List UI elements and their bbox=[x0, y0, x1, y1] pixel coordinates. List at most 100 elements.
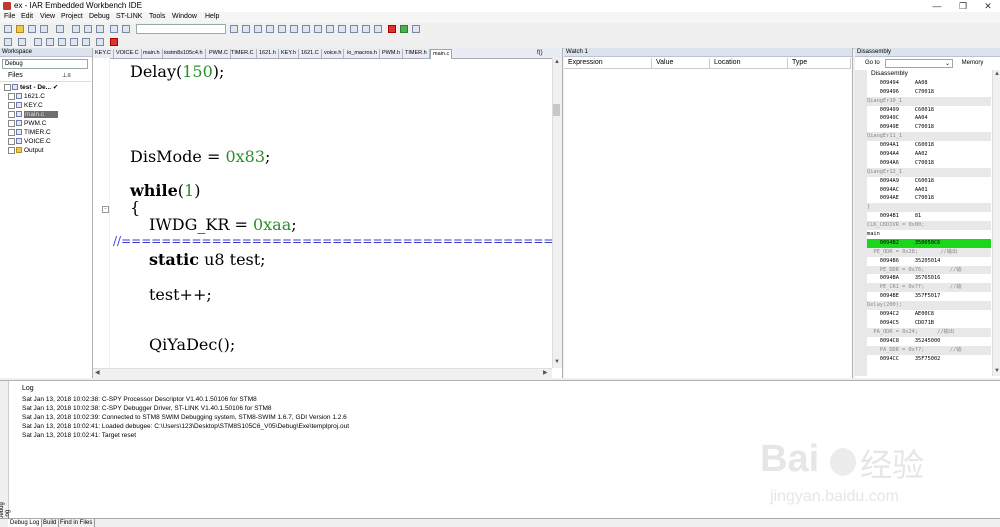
source-line[interactable]: QiangEr10_1 bbox=[867, 96, 991, 106]
disassembly-line[interactable]: 0094AC AA01 bbox=[867, 186, 991, 195]
tab-pwm-c[interactable]: PWM.C bbox=[207, 49, 231, 58]
minimize-button[interactable]: — bbox=[927, 0, 947, 12]
next-bookmark-icon[interactable] bbox=[302, 25, 310, 33]
current-instruction-line[interactable]: 0094B2 350050C6 bbox=[867, 238, 991, 248]
code-line-increment[interactable]: test++; bbox=[149, 285, 212, 304]
find-combo[interactable] bbox=[136, 24, 226, 34]
disassembly-line[interactable]: 0094C8 35245000 bbox=[867, 337, 991, 346]
expand-icon[interactable] bbox=[8, 110, 15, 118]
break-icon[interactable] bbox=[18, 38, 26, 46]
debug-without-download-icon[interactable] bbox=[412, 25, 420, 33]
tab-timer-c[interactable]: TIMER.C bbox=[229, 49, 257, 58]
stop-debugging-icon[interactable] bbox=[110, 38, 118, 46]
fold-marker-icon[interactable]: − bbox=[102, 206, 109, 213]
bookmark-icon[interactable] bbox=[290, 25, 298, 33]
source-line[interactable]: QiangEr12_1 bbox=[867, 167, 991, 177]
source-line[interactable]: Delay(200); bbox=[867, 301, 991, 311]
editor-gutter[interactable]: − bbox=[93, 58, 110, 368]
disassembly-line[interactable]: 009499 C60018 bbox=[867, 106, 991, 115]
disassembly-line[interactable]: 0094BA 35765016 bbox=[867, 274, 991, 283]
goto-icon[interactable] bbox=[278, 25, 286, 33]
save-all-icon[interactable] bbox=[40, 25, 48, 33]
menu-window[interactable]: Window bbox=[172, 13, 197, 20]
expand-icon[interactable] bbox=[8, 101, 15, 109]
source-line[interactable]: PE_CR1 = 0x7f; //输 bbox=[867, 283, 991, 293]
column-expression[interactable]: Expression bbox=[564, 58, 652, 68]
replace-icon[interactable] bbox=[266, 25, 274, 33]
menu-tools[interactable]: Tools bbox=[149, 13, 165, 20]
disassembly-line[interactable]: 0094B1 81 bbox=[867, 212, 991, 221]
menu-debug[interactable]: Debug bbox=[89, 13, 110, 20]
disassembly-line[interactable]: 009496 C70018 bbox=[867, 88, 991, 97]
source-line[interactable]: PA_DDR = 0xf7; //输 bbox=[867, 345, 991, 355]
source-line[interactable]: QiangEr11_1 bbox=[867, 132, 991, 142]
copy-icon[interactable] bbox=[84, 25, 92, 33]
scroll-down-icon[interactable]: ▼ bbox=[994, 367, 1000, 376]
menu-project[interactable]: Project bbox=[61, 13, 83, 20]
disassembly-line[interactable]: main bbox=[867, 230, 991, 239]
memory-select[interactable]: Memory bbox=[955, 58, 990, 68]
code-line-delay[interactable]: Delay(150); bbox=[130, 62, 224, 81]
find-icon[interactable] bbox=[230, 25, 238, 33]
save-icon[interactable] bbox=[28, 25, 36, 33]
collapse-icon[interactable] bbox=[4, 83, 11, 91]
disassembly-line[interactable]: 0094A4 AA02 bbox=[867, 150, 991, 159]
go-icon[interactable] bbox=[96, 38, 104, 46]
code-line-dismode[interactable]: DisMode = 0x83; bbox=[130, 147, 270, 166]
scroll-right-icon[interactable]: ▶ bbox=[543, 369, 548, 378]
disassembly-line[interactable]: 00949E C70018 bbox=[867, 123, 991, 132]
download-debug-icon[interactable] bbox=[400, 25, 408, 33]
step-over-icon[interactable] bbox=[34, 38, 42, 46]
disassembly-line[interactable]: 0094CC 35F75002 bbox=[867, 355, 991, 364]
disassembly-line[interactable]: 0094A6 C70018 bbox=[867, 159, 991, 168]
goto-combo[interactable]: ⌄ bbox=[885, 59, 953, 68]
tree-item-output[interactable]: Output bbox=[4, 146, 90, 155]
disassembly-listing[interactable]: Disassembly 009494 AA08 009496 C70018 Qia… bbox=[867, 70, 991, 376]
code-line-brace[interactable]: { bbox=[130, 198, 140, 217]
find-next-icon[interactable] bbox=[242, 25, 250, 33]
disassembly-line[interactable]: 0094A1 C60018 bbox=[867, 141, 991, 150]
disassembly-line[interactable]: 0094BE 357F5017 bbox=[867, 292, 991, 301]
expand-icon[interactable] bbox=[8, 146, 15, 154]
maximize-button[interactable]: ❐ bbox=[953, 0, 973, 12]
disassembly-line[interactable]: 0094AE C70018 bbox=[867, 194, 991, 203]
code-line-qiyadec[interactable]: QiYaDec(); bbox=[149, 335, 235, 354]
open-folder-icon[interactable] bbox=[16, 25, 24, 33]
find-prev-icon[interactable] bbox=[254, 25, 262, 33]
disassembly-line[interactable]: 00949C AA04 bbox=[867, 114, 991, 123]
new-file-icon[interactable] bbox=[4, 25, 12, 33]
tree-item-pwmc[interactable]: PWM.C bbox=[4, 119, 90, 128]
tree-item-mainc[interactable]: main.c bbox=[4, 110, 90, 119]
expand-icon[interactable] bbox=[8, 128, 15, 136]
editor-horizontal-scrollbar[interactable]: ◀ ▶ bbox=[93, 368, 552, 378]
code-line-comment[interactable]: //======================================… bbox=[113, 234, 553, 248]
code-line-iwdg[interactable]: IWDG_KR = 0xaa; bbox=[149, 215, 297, 234]
tab-io-macros-h[interactable]: io_macros.h bbox=[345, 49, 380, 58]
step-out-icon[interactable] bbox=[58, 38, 66, 46]
tab-main-c[interactable]: main.c bbox=[430, 49, 453, 59]
tree-item-1621c[interactable]: 1621.C bbox=[4, 92, 90, 101]
disassembly-scrollbar[interactable]: ▲ ▼ bbox=[992, 70, 1000, 376]
scroll-up-icon[interactable]: ▲ bbox=[994, 70, 1000, 79]
source-line[interactable]: PE_ODR = 0x28; //输出 bbox=[867, 247, 991, 257]
make-icon[interactable] bbox=[362, 25, 370, 33]
tab-pwm-h[interactable]: PWM.h bbox=[380, 49, 404, 58]
configuration-select[interactable]: Debug bbox=[2, 59, 88, 69]
redo-icon[interactable] bbox=[122, 25, 130, 33]
expand-icon[interactable] bbox=[8, 92, 15, 100]
source-line[interactable]: } bbox=[867, 203, 991, 213]
editor-scroll-thumb[interactable] bbox=[553, 104, 560, 116]
tree-item-timerc[interactable]: TIMER.C bbox=[4, 128, 90, 137]
source-line[interactable]: CLK_CKDIVR = 0x00; bbox=[867, 221, 991, 231]
compile-icon[interactable] bbox=[350, 25, 358, 33]
code-line-while[interactable]: while(1) bbox=[130, 181, 200, 200]
scroll-down-icon[interactable]: ▼ bbox=[554, 358, 560, 367]
step-into-icon[interactable] bbox=[46, 38, 54, 46]
toggle-breakpoint-icon[interactable] bbox=[388, 25, 396, 33]
tree-item-voicec[interactable]: VOICE.C bbox=[4, 137, 90, 146]
scroll-left-icon[interactable]: ◀ bbox=[95, 369, 100, 378]
prev-bookmark-icon[interactable] bbox=[314, 25, 322, 33]
tree-item-keyc[interactable]: KEY.C bbox=[4, 101, 90, 110]
disassembly-line[interactable]: 0094A9 C60018 bbox=[867, 177, 991, 186]
source-line[interactable]: PE_DDR = 0x76; //输 bbox=[867, 265, 991, 275]
